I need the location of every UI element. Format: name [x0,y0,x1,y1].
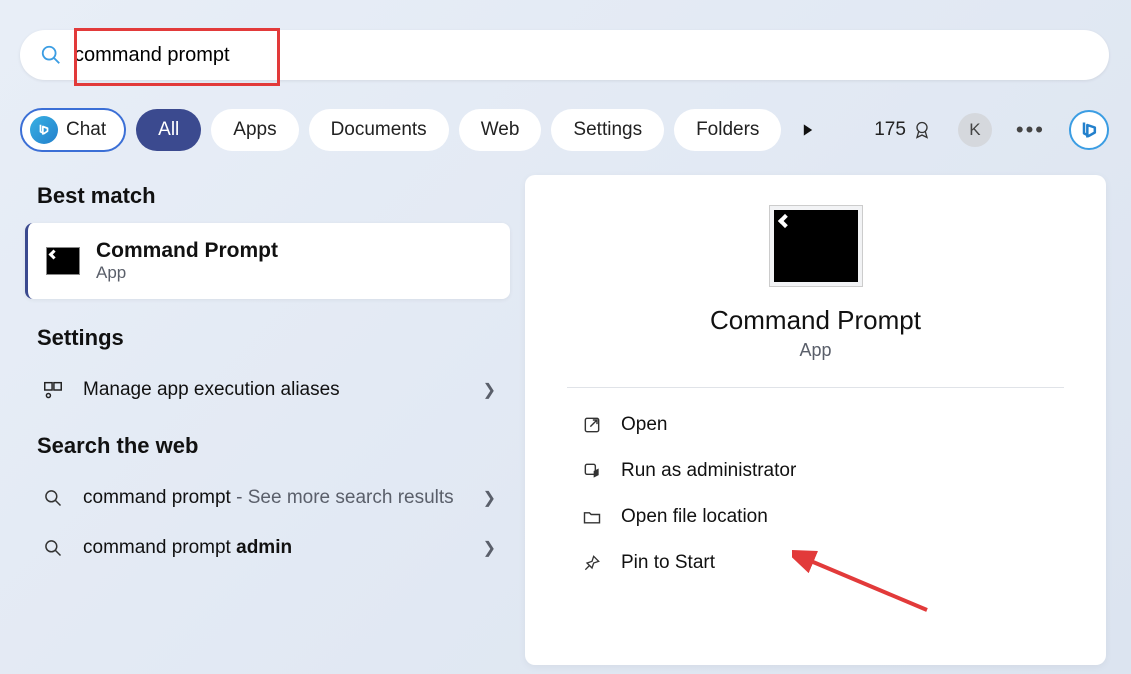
search-bar [20,30,1109,80]
chat-label: Chat [66,119,106,141]
chevron-right-icon: ❯ [483,380,496,400]
best-match-result[interactable]: Command Prompt App [25,223,510,299]
open-icon [581,415,603,435]
preview-panel: Command Prompt App Open Run as administr… [525,175,1106,665]
bing-chat-icon [30,116,58,144]
action-pin-to-start[interactable]: Pin to Start [525,540,1106,586]
filter-tab-documents[interactable]: Documents [309,109,449,151]
action-open-file-location[interactable]: Open file location [525,494,1106,540]
filter-tab-folders[interactable]: Folders [674,109,781,151]
settings-item-label: Manage app execution aliases [83,379,467,401]
action-open[interactable]: Open [525,402,1106,448]
bing-button[interactable] [1069,110,1109,150]
results-column: Best match Command Prompt App Settings M… [25,175,510,665]
action-label: Open [621,414,667,436]
action-label: Run as administrator [621,460,796,482]
web-result-1[interactable]: command prompt admin ❯ [25,523,510,573]
web-result-text: command prompt admin [83,537,467,559]
command-prompt-icon [46,247,80,275]
folder-icon [581,507,603,527]
pin-icon [581,553,603,573]
points-value: 175 [874,119,906,141]
chat-button[interactable]: Chat [20,108,126,152]
filter-tab-settings[interactable]: Settings [551,109,664,151]
best-match-subtitle: App [96,263,278,283]
web-result-0[interactable]: command prompt - See more search results… [25,473,510,523]
filter-tab-all[interactable]: All [136,109,201,151]
filter-row: Chat All Apps Documents Web Settings Fol… [20,105,1109,155]
rewards-points[interactable]: 175 [874,119,932,141]
search-icon [40,44,62,66]
action-run-as-admin[interactable]: Run as administrator [525,448,1106,494]
panel-subtitle: App [525,340,1106,361]
chevron-right-icon: ❯ [483,488,496,508]
more-filters-button[interactable] [791,113,825,147]
action-label: Pin to Start [621,552,715,574]
web-heading: Search the web [37,433,510,459]
filter-tab-web[interactable]: Web [459,109,542,151]
medal-icon [912,120,932,140]
search-input[interactable] [74,44,1097,67]
divider [567,387,1064,388]
user-avatar[interactable]: K [958,113,992,147]
shield-icon [581,461,603,481]
panel-title: Command Prompt [525,305,1106,336]
action-label: Open file location [621,506,768,528]
filter-tab-apps[interactable]: Apps [211,109,298,151]
best-match-heading: Best match [37,183,510,209]
web-result-text: command prompt - See more search results [83,487,467,509]
more-menu-button[interactable]: ••• [1008,117,1053,143]
best-match-title: Command Prompt [96,239,278,263]
search-icon [39,538,67,558]
app-icon-large [769,205,863,287]
settings-heading: Settings [37,325,510,351]
settings-app-icon [39,379,67,401]
chevron-right-icon: ❯ [483,538,496,558]
settings-item-aliases[interactable]: Manage app execution aliases ❯ [25,365,510,415]
search-icon [39,488,67,508]
